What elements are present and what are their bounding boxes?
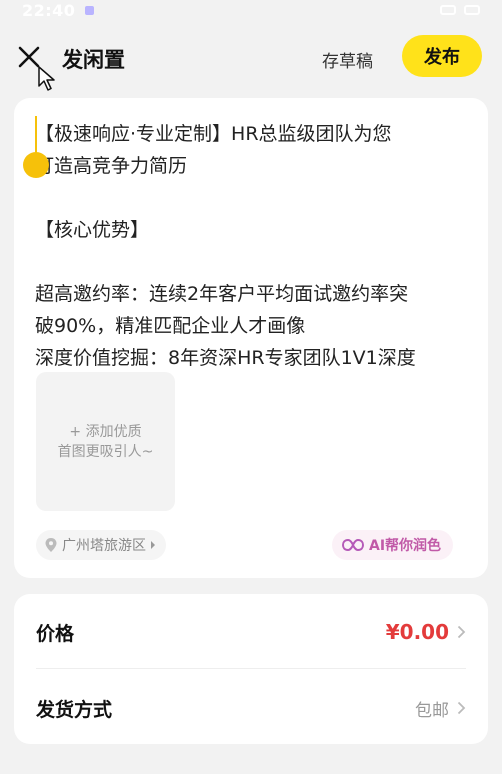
notification-icon [85,5,95,15]
description-line: 【核心优势】 [35,219,150,241]
mouse-cursor-icon [38,66,55,91]
price-row[interactable]: 价格 ¥0.00 [14,596,488,668]
add-image-label: + 添加优质 [69,423,142,440]
description-textarea[interactable]: 【极速响应·专业定制】HR总监级团队为您 打造高竞争力简历 【核心优势】 超高邀… [35,118,475,374]
shipping-value: 包邮 [415,700,449,721]
ai-polish-button[interactable]: AI帮你润色 [332,530,454,560]
details-card: 价格 ¥0.00 发货方式 包邮 [14,594,488,744]
ai-polish-label: AI帮你润色 [369,538,442,554]
wifi-icon [440,5,456,15]
page-title: 发闲置 [62,48,125,72]
shipping-label: 发货方式 [36,698,113,721]
description-line: 深度价值挖掘：8年资深HR专家团队1V1深度 [35,347,416,369]
shipping-row[interactable]: 发货方式 包邮 [14,672,488,744]
location-pin-icon [45,538,57,552]
status-time: 22:40 [22,0,76,20]
add-image-button[interactable]: + 添加优质 首图更吸引人~ [36,372,175,511]
status-bar: 22:40 [0,0,502,20]
location-label: 广州塔旅游区 [62,538,146,554]
chevron-right-icon [457,625,466,639]
add-image-hint: 首图更吸引人~ [57,443,154,460]
caret-drag-handle[interactable] [23,152,49,178]
description-line [35,182,475,214]
ai-icon [342,538,364,552]
save-draft-button[interactable]: 存草稿 [322,47,373,72]
publish-button[interactable]: 发布 [402,35,482,77]
location-chip[interactable]: 广州塔旅游区 [36,530,166,560]
chevron-right-icon [151,541,155,549]
description-line: 打造高竞争力简历 [35,155,188,177]
header: 发闲置 存草稿 发布 [0,28,502,86]
description-line: 破90%，精准匹配企业人才画像 [35,315,306,337]
battery-icon [464,5,480,15]
divider [36,668,466,669]
description-line: 超高邀约率：连续2年客户平均面试邀约率突 [35,283,409,305]
price-label: 价格 [36,622,75,645]
description-line [35,246,475,278]
status-icons [440,5,480,15]
description-card: 【极速响应·专业定制】HR总监级团队为您 打造高竞争力简历 【核心优势】 超高邀… [14,98,488,578]
price-value: ¥0.00 [385,620,449,644]
chevron-right-icon [457,701,466,715]
description-line: 【极速响应·专业定制】HR总监级团队为您 [35,123,392,145]
